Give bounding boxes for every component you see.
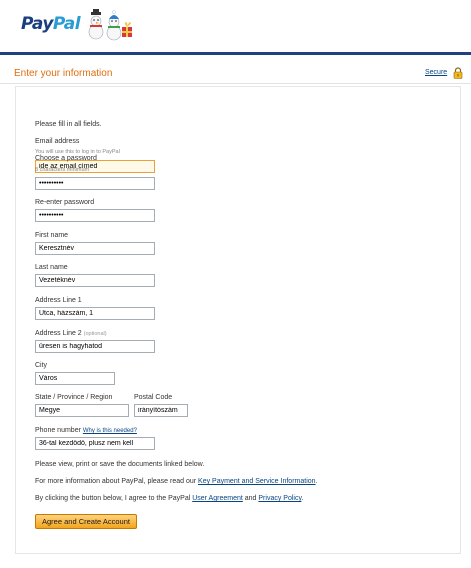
- agree-mid: and: [242, 495, 259, 502]
- first-name-field[interactable]: [35, 242, 155, 255]
- password-label: Choose a password: [35, 155, 97, 162]
- header-divider: [0, 52, 471, 55]
- state-field[interactable]: [35, 404, 129, 417]
- phone-label: Phone number Why is this needed?: [35, 427, 137, 434]
- optional-tag: (optional): [83, 331, 107, 337]
- address1-label: Address Line 1: [35, 297, 82, 304]
- reenter-label: Re-enter password: [35, 199, 95, 206]
- state-label: State / Province / Region: [35, 394, 113, 401]
- address2-label-text: Address Line 2: [35, 330, 82, 337]
- agree-create-account-button[interactable]: Agree and Create Account: [35, 514, 137, 529]
- secure-link[interactable]: Secure: [425, 69, 447, 76]
- user-agreement-link[interactable]: User Agreement: [192, 495, 243, 502]
- privacy-policy-link[interactable]: Privacy Policy: [258, 495, 301, 502]
- logo-pal: Pal: [52, 14, 81, 34]
- password-hint: 8 characters minimum: [35, 167, 90, 173]
- first-name-label: First name: [35, 232, 69, 239]
- heading-row: Enter your information Secure: [0, 66, 471, 84]
- logo-pay: Pay: [21, 14, 53, 34]
- more-info-suffix: .: [315, 478, 318, 485]
- address2-label: Address Line 2 (optional): [35, 330, 107, 337]
- page-header: PayPal: [0, 0, 471, 56]
- why-needed-link[interactable]: Why is this needed?: [83, 428, 137, 434]
- view-docs-text: Please view, print or save the documents…: [35, 461, 205, 468]
- postal-field[interactable]: [134, 404, 188, 417]
- city-label: City: [35, 362, 48, 369]
- address1-field[interactable]: [35, 307, 155, 320]
- more-info-text: For more information about PayPal, pleas…: [35, 478, 318, 485]
- email-label: Email address: [35, 138, 80, 145]
- phone-field[interactable]: [35, 437, 155, 450]
- key-info-link[interactable]: Key Payment and Service Information: [198, 478, 316, 485]
- phone-label-text: Phone number: [35, 427, 81, 434]
- agree-suffix: .: [301, 495, 304, 502]
- postal-label: Postal Code: [134, 394, 173, 401]
- reenter-password-field[interactable]: [35, 209, 155, 222]
- last-name-label: Last name: [35, 264, 68, 271]
- agree-prefix: By clicking the button below, I agree to…: [35, 495, 193, 502]
- last-name-field[interactable]: [35, 274, 155, 287]
- more-info-prefix: For more information about PayPal, pleas…: [35, 478, 199, 485]
- paypal-logo[interactable]: PayPal: [21, 14, 81, 34]
- lock-icon: [453, 67, 463, 79]
- snowmen-icon: [88, 9, 132, 41]
- password-field[interactable]: [35, 177, 155, 190]
- agreement-text: By clicking the button below, I agree to…: [35, 495, 303, 502]
- intro-text: Please fill in all fields.: [35, 121, 102, 128]
- city-field[interactable]: [35, 372, 115, 385]
- address2-field[interactable]: [35, 340, 155, 353]
- page-title: Enter your information: [14, 68, 113, 79]
